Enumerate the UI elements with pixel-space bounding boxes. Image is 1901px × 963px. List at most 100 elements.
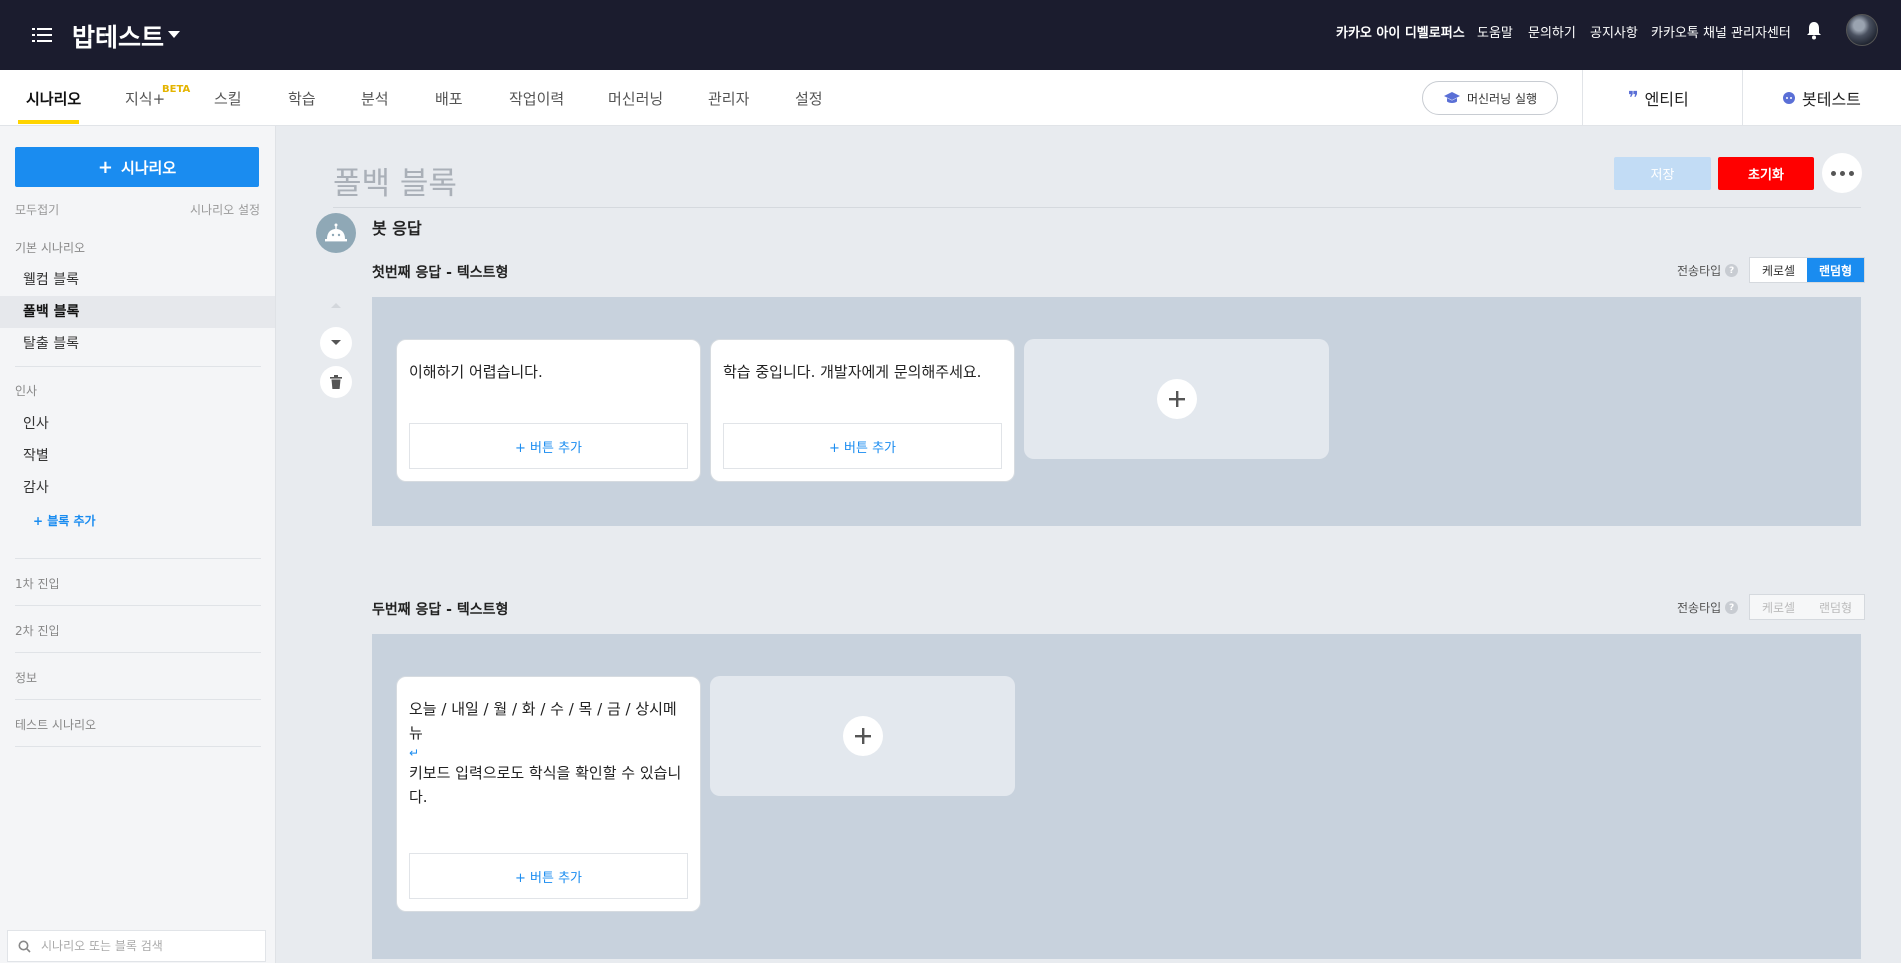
sidebar-item-exit[interactable]: 탈출 블록 [0,328,275,360]
response-1-panel: 이해하기 어렵습니다. + 버튼 추가 학습 중입니다. 개발자에게 문의해주세… [372,297,1861,526]
divider [15,366,261,367]
move-up-button[interactable] [320,289,352,321]
response-2-panel: 오늘 / 내일 / 월 / 화 / 수 / 목 / 금 / 상시메뉴 ↵ 키보드… [372,634,1861,959]
collapse-all-link[interactable]: 모두접기 [15,201,59,218]
active-tab-indicator [18,120,79,124]
graduation-cap-icon [1443,92,1460,103]
tab-scenario[interactable]: 시나리오 [26,88,81,109]
reset-button[interactable]: 초기화 [1718,157,1814,190]
add-card-slot[interactable] [710,676,1015,796]
trash-icon [330,375,342,389]
add-scenario-button[interactable]: + 시나리오 [15,147,259,187]
scenario-group-test[interactable]: 테스트 시나리오 [15,716,96,733]
nav-help[interactable]: 도움말 [1477,22,1513,41]
chat-bubble-icon [1783,92,1795,104]
save-button[interactable]: 저장 [1614,157,1711,190]
text-card[interactable]: 오늘 / 내일 / 월 / 화 / 수 / 목 / 금 / 상시메뉴 ↵ 키보드… [396,676,701,912]
sidebar-item-fallback[interactable]: 폴백 블록 [0,296,275,328]
plus-icon [855,728,871,744]
text-card[interactable]: 이해하기 어렵습니다. + 버튼 추가 [396,339,701,482]
scenario-group-2[interactable]: 2차 진입 [15,622,60,639]
response-2-label: 두번째 응답 - 텍스트형 [372,602,509,618]
card-text[interactable]: 이해하기 어렵습니다. [409,360,688,384]
add-button-button[interactable]: + 버튼 추가 [723,423,1002,469]
nav-kakao-i-developers[interactable]: 카카오 아이 디벨로퍼스 [1336,22,1465,41]
more-dot-icon [1830,170,1836,176]
add-card-slot[interactable] [1024,339,1329,459]
text-card[interactable]: 학습 중입니다. 개발자에게 문의해주세요. + 버튼 추가 [710,339,1015,482]
more-options-button[interactable] [1822,153,1862,193]
caret-down-icon [331,340,341,345]
scenario-search[interactable] [7,930,266,962]
add-block-link[interactable]: + 블록 추가 [33,512,96,529]
scenario-group-info[interactable]: 정보 [15,669,37,686]
bot-test-button[interactable]: 봇테스트 [1782,86,1861,110]
random-option[interactable]: 랜덤형 [1807,595,1864,619]
scenario-group-1[interactable]: 1차 진입 [15,575,60,592]
top-bar: 밥테스트 카카오 아이 디벨로퍼스 도움말 문의하기 공지사항 카카오톡 채널 … [0,0,1901,70]
nav-channel-admin[interactable]: 카카오톡 채널 관리자센터 [1651,22,1791,41]
card-text-line: 키보드 입력으로도 학식을 확인할 수 있습니다. [409,764,682,806]
entity-button[interactable]: ❞ 엔티티 [1628,86,1689,110]
carousel-option[interactable]: 케로셀 [1750,595,1807,619]
scenario-group-default[interactable]: 기본 시나리오 [15,239,85,256]
ml-run-button[interactable]: 머신러닝 실행 [1422,81,1558,115]
tab-history[interactable]: 작업이력 [509,88,564,109]
beta-badge: BETA [162,84,191,95]
help-icon[interactable]: ? [1725,264,1739,277]
page-title[interactable]: 폴백 블록 [333,158,457,203]
delete-response-button[interactable] [320,366,352,398]
tab-deploy[interactable]: 배포 [435,88,463,109]
more-dot-icon [1848,170,1854,176]
tab-knowledge[interactable]: 지식+ [125,88,165,109]
divider [333,207,1861,208]
ml-run-label: 머신러닝 실행 [1466,91,1538,106]
card-text[interactable]: 학습 중입니다. 개발자에게 문의해주세요. [723,360,1002,384]
send-type-toggle: 케로셀 랜덤형 [1749,594,1865,620]
add-button-button[interactable]: + 버튼 추가 [409,853,688,899]
caret-up-icon [331,303,341,308]
plus-icon [1169,391,1185,407]
menu-list-icon[interactable] [32,26,52,44]
tab-training[interactable]: 학습 [288,88,316,109]
move-down-button[interactable] [320,327,352,359]
plus-icon: + [97,156,113,178]
help-icon[interactable]: ? [1725,601,1739,614]
bot-selector[interactable]: 밥테스트 [72,18,164,54]
tab-machine-learning[interactable]: 머신러닝 [608,88,663,109]
divider [15,558,261,559]
avatar[interactable] [1846,14,1878,46]
random-option[interactable]: 랜덤형 [1807,258,1864,282]
card-text[interactable]: 오늘 / 내일 / 월 / 화 / 수 / 목 / 금 / 상시메뉴 ↵ 키보드… [409,697,688,809]
card-text-line: 오늘 / 내일 / 월 / 화 / 수 / 목 / 금 / 상시메뉴 [409,700,677,742]
carousel-option[interactable]: 케로셀 [1750,258,1807,282]
sidebar-item-greeting[interactable]: 인사 [0,408,275,440]
tab-skill[interactable]: 스킬 [214,88,242,109]
divider [15,652,261,653]
sidebar-item-welcome[interactable]: 웰컴 블록 [0,264,275,296]
scenario-settings-link[interactable]: 시나리오 설정 [190,201,260,218]
add-button-button[interactable]: + 버튼 추가 [409,423,688,469]
search-input[interactable] [41,939,251,953]
sidebar-item-thanks[interactable]: 감사 [0,472,275,504]
line-break-icon: ↵ [409,746,420,760]
scenario-group-greeting[interactable]: 인사 [15,382,37,399]
nav-inquiry[interactable]: 문의하기 [1528,22,1576,41]
send-type-toggle: 케로셀 랜덤형 [1749,257,1865,283]
search-icon [18,940,31,953]
sidebar-item-farewell[interactable]: 작별 [0,440,275,472]
tab-analysis[interactable]: 분석 [361,88,389,109]
entity-label: 엔티티 [1644,90,1689,109]
tab-admin[interactable]: 관리자 [708,88,749,109]
main-tab-bar: 시나리오 지식+ BETA 스킬 학습 분석 배포 작업이력 머신러닝 관리자 … [0,70,1901,126]
tab-settings[interactable]: 설정 [795,88,823,109]
bot-response-title: 봇 응답 [372,219,422,238]
add-card-button[interactable] [1157,379,1197,419]
send-type-text: 전송타입 [1677,601,1722,615]
divider [15,746,261,747]
bell-icon[interactable] [1806,21,1822,40]
add-card-button[interactable] [843,716,883,756]
divider [1742,70,1743,126]
chevron-down-icon[interactable] [168,31,180,38]
nav-notice[interactable]: 공지사항 [1590,22,1638,41]
